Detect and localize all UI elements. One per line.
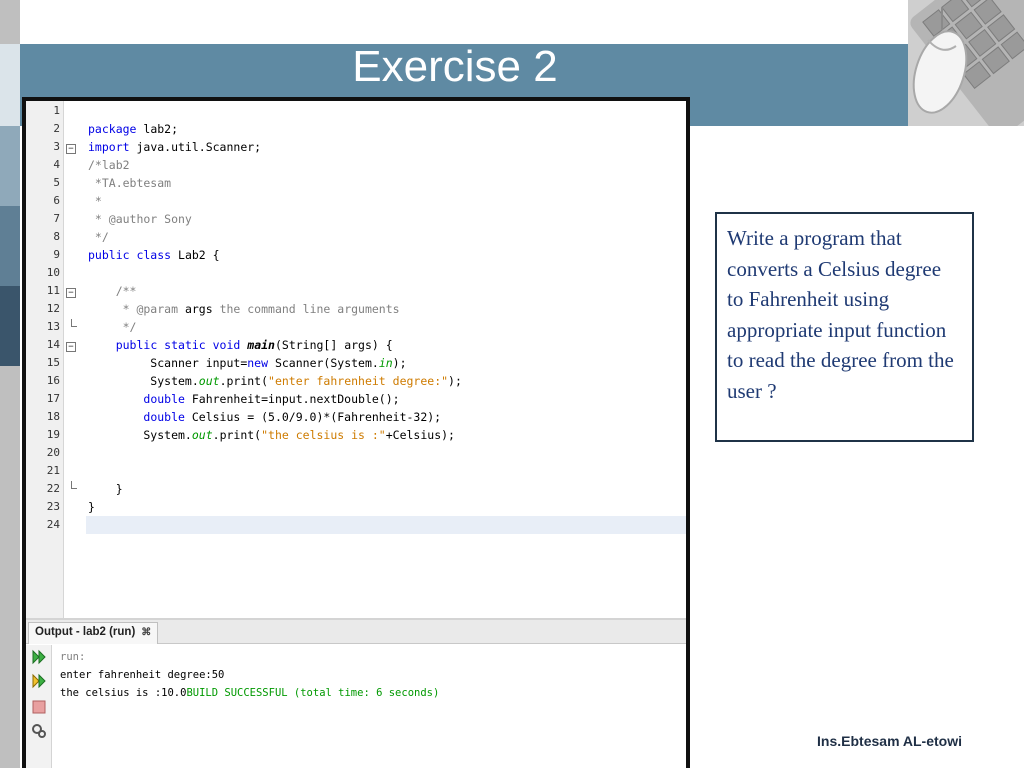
author-credit: Ins.Ebtesam AL-etowi [817,733,962,749]
string-literal: "the celsius is :" [261,428,386,442]
fold-margin [66,101,86,618]
line-number: 22 [46,482,60,495]
settings-icon[interactable] [31,723,47,739]
line-number: 21 [46,464,60,477]
line-number: 3 [53,140,60,153]
code-line: public class Lab2 { [88,248,220,262]
line-number: 15 [46,356,60,369]
stop-icon[interactable] [31,699,47,715]
keyboard-mouse-image [908,0,1024,126]
output-line: the celsius is :10.0BUILD SUCCESSFUL (to… [60,684,439,702]
line-number: 11 [46,284,60,297]
code-line: /*lab2 [88,158,130,172]
left-decor-strip [0,0,20,768]
keyword: public class [88,248,172,262]
keyword: public static void [115,338,241,352]
code-line: } [88,500,95,514]
code-line: Scanner input=new Scanner(System.in); [88,356,407,370]
line-number: 8 [53,230,60,243]
output-panel: Output - lab2 (run) ⌘ run: enter fahrenhe… [26,618,686,768]
build-status: BUILD SUCCESSFUL (total time: 6 seconds) [186,687,440,699]
line-number: 20 [46,446,60,459]
slide-title: Exercise 2 [352,42,558,91]
code-line: * @param args the command line arguments [88,302,400,316]
rerun-with-options-icon[interactable] [31,673,47,689]
field: in [378,356,393,370]
fold-end-marker [71,319,77,327]
line-number: 10 [46,266,60,279]
code-line: */ [88,320,137,334]
code-line: /** [88,284,137,298]
keyword: double [143,410,185,424]
fold-toggle[interactable]: − [66,144,76,154]
line-number: 12 [46,302,60,315]
code-line: double Fahrenheit=input.nextDouble(); [143,392,400,406]
task-text-box: Write a program that converts a Celsius … [715,212,974,442]
keyword: double [143,392,185,406]
keyword: import [88,140,130,154]
line-number: 5 [53,176,60,189]
fold-toggle[interactable]: − [66,342,76,352]
fold-end-marker [71,481,77,489]
field: out [191,428,213,442]
tab-output-lab2[interactable]: Output - lab2 (run) ⌘ [28,622,159,644]
code-line: System.out.print("enter fahrenheit degre… [88,374,462,388]
rerun-icon[interactable] [31,649,47,665]
output-line: enter fahrenheit degree:50 [60,669,225,681]
method-name: main [247,338,275,352]
output-tab-bar: Output - lab2 (run) ⌘ [26,620,686,644]
code-line: *TA.ebtesam [88,176,172,190]
line-number: 13 [46,320,60,333]
line-number: 1 [53,104,60,117]
line-number: 23 [46,500,60,513]
param-name: args [184,302,213,316]
output-tab-label: Output - lab2 (run) [35,626,136,638]
line-number: 2 [53,122,60,135]
code-line: System.out.print("the celsius is :"+Cels… [88,428,455,442]
code-line: * [88,194,102,208]
line-number: 18 [46,410,60,423]
close-icon[interactable]: ⌘ [141,627,151,638]
code-line: } [88,482,123,496]
line-number: 19 [46,428,60,441]
line-number: 24 [46,518,60,531]
code-line: */ [88,230,109,244]
fold-toggle[interactable]: − [66,288,76,298]
keyword: package [88,122,137,136]
output-run-line: run: [60,651,86,663]
current-line-highlight [86,516,686,534]
code-line: double Celsius = (5.0/9.0)*(Fahrenheit-3… [143,410,442,424]
line-number: 7 [53,212,60,225]
code-line: import java.util.Scanner; [88,140,262,154]
field: out [198,374,220,388]
ide-screenshot: 1 2 3 4 5 6 7 8 9 10 11 12 13 14 15 16 1… [22,97,690,768]
line-number: 14 [46,338,60,351]
output-toolbar [26,645,52,768]
keyword: new [247,356,269,370]
line-number: 17 [46,392,60,405]
string-literal: "enter fahrenheit degree:" [268,374,449,388]
line-number: 4 [53,158,60,171]
line-number: 6 [53,194,60,207]
line-number: 16 [46,374,60,387]
code-line: package lab2; [88,122,179,136]
code-line: * @author Sony [88,212,192,226]
code-line: public static void main(String[] args) { [115,338,393,352]
task-description: Write a program that converts a Celsius … [727,226,954,403]
output-result: the celsius is :10.0 [60,687,187,699]
line-number: 9 [53,248,60,261]
